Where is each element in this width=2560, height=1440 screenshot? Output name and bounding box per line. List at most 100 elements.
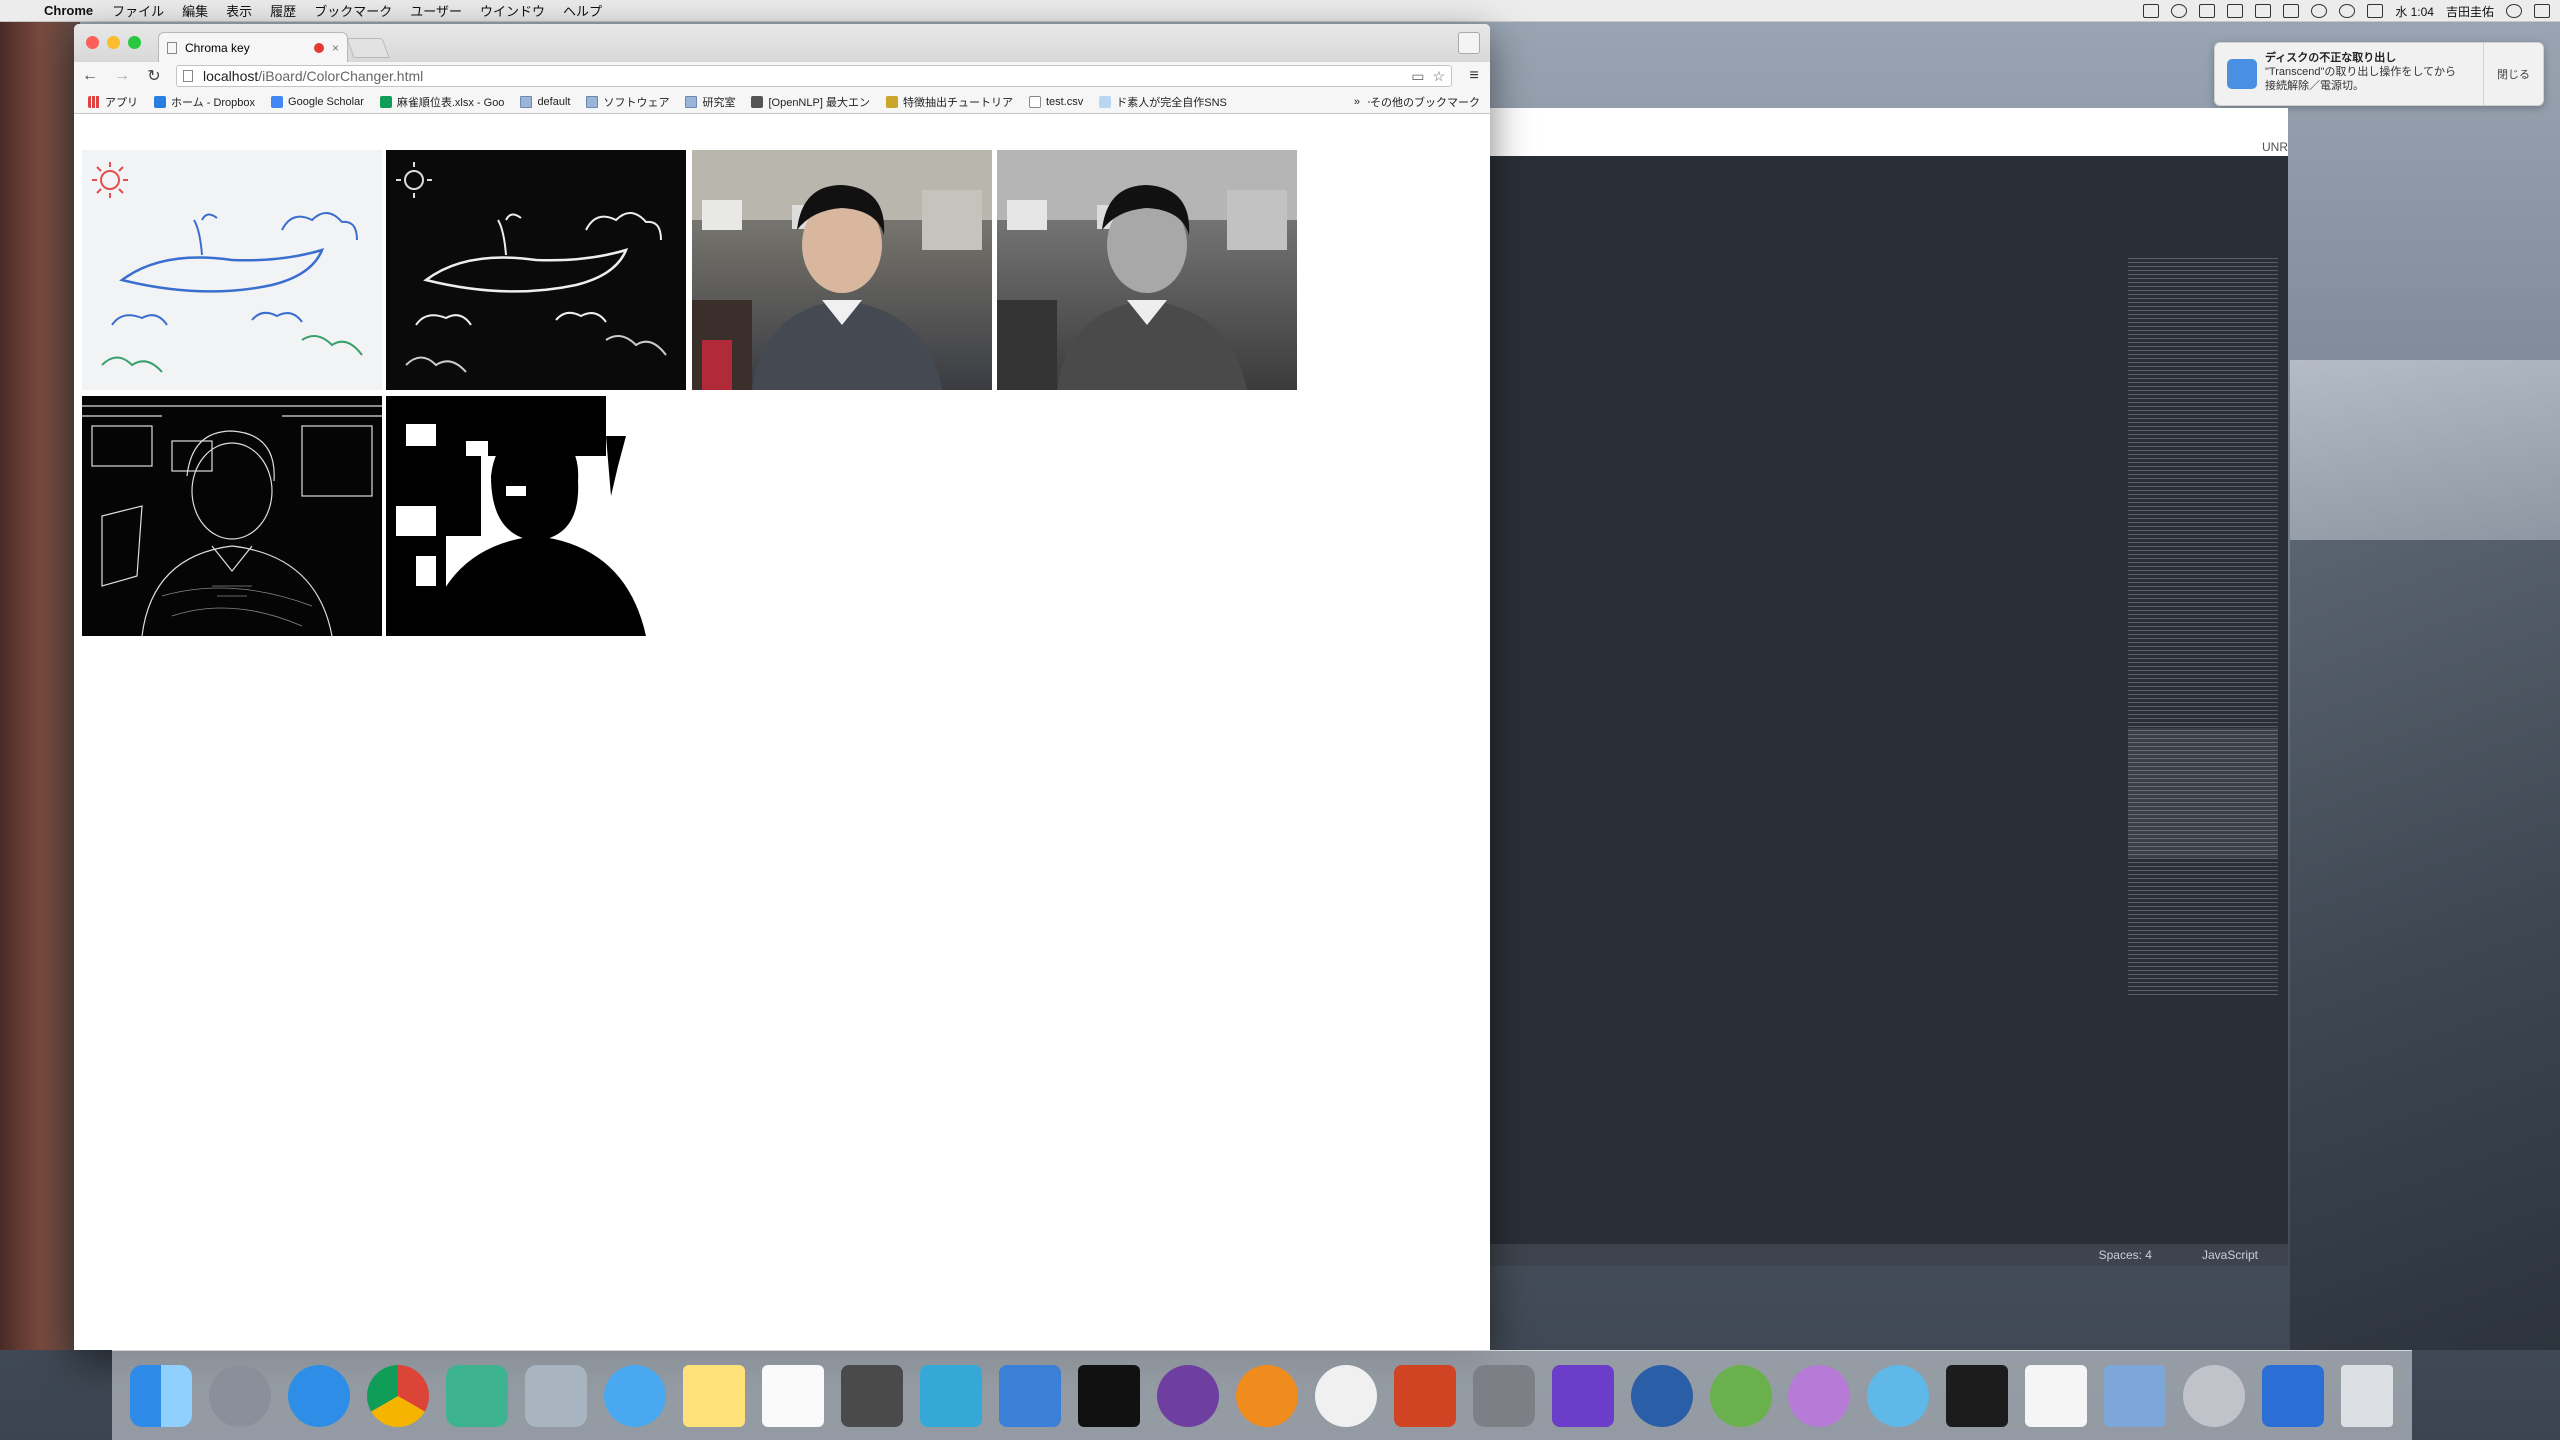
word-icon[interactable] bbox=[2262, 1364, 2325, 1427]
mail-icon[interactable] bbox=[525, 1364, 588, 1427]
whiteboard-original-image bbox=[82, 150, 382, 390]
desktop-ridge-right bbox=[2290, 360, 2560, 560]
menu-people[interactable]: ユーザー bbox=[401, 1, 471, 20]
bookmark-dropbox[interactable]: ホーム - Dropbox bbox=[146, 94, 263, 110]
tab-close-button[interactable]: × bbox=[332, 41, 339, 55]
imovie-icon[interactable] bbox=[1551, 1364, 1614, 1427]
bookmark-folder-default[interactable]: default bbox=[512, 95, 578, 108]
menu-file[interactable]: ファイル bbox=[103, 1, 173, 20]
textedit-icon[interactable] bbox=[2025, 1364, 2088, 1427]
desktop-rock-left bbox=[0, 20, 80, 1350]
bookmark-star-icon[interactable]: ☆ bbox=[1432, 68, 1445, 85]
menu-bookmarks[interactable]: ブックマーク bbox=[305, 1, 401, 20]
github-icon[interactable] bbox=[1156, 1364, 1219, 1427]
back-button[interactable]: ← bbox=[80, 67, 100, 85]
bookmark-folder-software[interactable]: ソフトウェア bbox=[578, 94, 677, 110]
notification-center-icon[interactable] bbox=[2534, 4, 2550, 18]
notes-icon[interactable] bbox=[683, 1364, 746, 1427]
page-info-icon[interactable] bbox=[183, 70, 193, 82]
finder-icon[interactable] bbox=[130, 1364, 193, 1427]
menu-history[interactable]: 履歴 bbox=[261, 1, 305, 20]
chrome-icon[interactable] bbox=[367, 1364, 430, 1427]
tab-chroma-key[interactable]: Chroma key × bbox=[158, 32, 348, 62]
forward-button[interactable]: → bbox=[112, 67, 132, 85]
status-syntax[interactable]: JavaScript bbox=[2202, 1248, 2258, 1262]
notification-close-button[interactable]: 閉じる bbox=[2483, 43, 2543, 105]
bookmark-label: ド素人が完全自作SNS bbox=[1116, 96, 1227, 109]
ibooks-icon[interactable] bbox=[1235, 1364, 1298, 1427]
terminal-icon[interactable] bbox=[1077, 1364, 1140, 1427]
menu-app-name[interactable]: Chrome bbox=[40, 3, 103, 18]
editor-tab-label[interactable]: UNR bbox=[2262, 140, 2288, 154]
messages-icon[interactable] bbox=[604, 1364, 667, 1427]
display-icon[interactable] bbox=[2227, 4, 2244, 18]
chrome-menu-button[interactable]: ≡ bbox=[1464, 67, 1484, 85]
close-window-button[interactable] bbox=[86, 36, 99, 49]
wifi-icon[interactable] bbox=[2339, 4, 2356, 18]
zoom-window-button[interactable] bbox=[128, 36, 141, 49]
activity-monitor-icon[interactable] bbox=[1946, 1364, 2009, 1427]
trash-icon[interactable] bbox=[2341, 1364, 2394, 1427]
bookmark-feature-tutorial[interactable]: 特徴抽出チュートリア bbox=[878, 94, 1021, 110]
whiteboard-drawing bbox=[92, 162, 363, 373]
quicktime-icon[interactable] bbox=[1630, 1364, 1693, 1427]
bookmark-apps[interactable]: アプリ bbox=[80, 94, 146, 110]
safari-icon[interactable] bbox=[288, 1364, 351, 1427]
status-spaces[interactable]: Spaces: 4 bbox=[2099, 1248, 2152, 1262]
dropbox-menu-icon[interactable] bbox=[2199, 4, 2216, 18]
address-bar[interactable]: localhost /iBoard/ColorChanger.html ▭ ☆ bbox=[176, 65, 1452, 87]
bookmark-label: Google Scholar bbox=[288, 95, 364, 108]
bookmark-sns[interactable]: ド素人が完全自作SNS bbox=[1091, 94, 1235, 110]
minimize-window-button[interactable] bbox=[107, 36, 120, 49]
menu-edit[interactable]: 編集 bbox=[173, 1, 217, 20]
profile-button[interactable] bbox=[1458, 32, 1480, 54]
scrivener-icon[interactable] bbox=[1314, 1364, 1377, 1427]
wifi-bookmark-icon bbox=[1099, 95, 1112, 108]
sublime-icon[interactable] bbox=[841, 1364, 904, 1427]
intellij-icon[interactable] bbox=[920, 1364, 982, 1427]
input-source-icon[interactable] bbox=[2367, 4, 2384, 18]
launchpad-icon[interactable] bbox=[209, 1364, 272, 1427]
folder-icon bbox=[685, 95, 698, 108]
airplay-icon[interactable] bbox=[2143, 4, 2160, 18]
yarn-icon[interactable] bbox=[1788, 1364, 1851, 1427]
cast-icon[interactable]: ▭ bbox=[1411, 68, 1424, 85]
bookmark-opennlp[interactable]: [OpenNLP] 最大エン bbox=[743, 94, 877, 110]
editor-minimap[interactable] bbox=[2128, 258, 2278, 998]
slack-icon[interactable] bbox=[446, 1364, 509, 1427]
webcam-gray-scene bbox=[997, 150, 1297, 390]
reminders-icon[interactable] bbox=[762, 1364, 825, 1427]
bookmarks-more-button[interactable]: » bbox=[1354, 96, 1364, 108]
reload-button[interactable]: ↻ bbox=[144, 66, 164, 86]
disk-notification[interactable]: ディスクの不正な取り出し "Transcend"の取り出し操作をしてから 接続解… bbox=[2214, 42, 2544, 106]
powerpoint-icon[interactable] bbox=[1393, 1364, 1456, 1427]
atom-icon[interactable] bbox=[1867, 1364, 1930, 1427]
recording-indicator-icon bbox=[313, 42, 324, 53]
menu-view[interactable]: 表示 bbox=[217, 1, 261, 20]
spotify-icon[interactable] bbox=[2171, 4, 2188, 18]
system-preferences-icon[interactable] bbox=[1472, 1364, 1535, 1427]
bookmark-sheet[interactable]: 麻雀順位表.xlsx - Goo bbox=[372, 94, 513, 110]
window-icon[interactable] bbox=[2255, 4, 2272, 18]
disk-utility-icon[interactable] bbox=[2183, 1364, 2246, 1427]
bookmark-folder-lab[interactable]: 研究室 bbox=[677, 94, 743, 110]
editor-minimap-viewport[interactable] bbox=[2128, 728, 2278, 858]
bookmark-test-csv[interactable]: test.csv bbox=[1021, 95, 1091, 108]
r-icon bbox=[751, 95, 764, 108]
menu-help[interactable]: ヘルプ bbox=[554, 1, 611, 20]
bookmark-scholar[interactable]: Google Scholar bbox=[263, 95, 372, 108]
bookmark-other[interactable]: その他のブックマーク bbox=[1364, 94, 1484, 110]
menu-window[interactable]: ウインドウ bbox=[471, 1, 554, 20]
android-studio-icon[interactable] bbox=[1709, 1364, 1772, 1427]
xcode-icon[interactable] bbox=[998, 1364, 1061, 1427]
eject-icon[interactable] bbox=[2283, 4, 2300, 18]
spotlight-icon[interactable] bbox=[2506, 4, 2522, 18]
bookmark-label: [OpenNLP] 最大エン bbox=[768, 96, 870, 109]
preview-icon[interactable] bbox=[2104, 1364, 2167, 1427]
menu-clock[interactable]: 水 1:04 bbox=[2395, 3, 2434, 20]
new-tab-button[interactable] bbox=[346, 38, 390, 58]
whiteboard-edge-drawing bbox=[396, 162, 667, 373]
bluetooth-icon[interactable] bbox=[2311, 4, 2328, 18]
menu-user[interactable]: 吉田圭佑 bbox=[2446, 3, 2494, 20]
bookmark-label: 研究室 bbox=[702, 96, 736, 109]
